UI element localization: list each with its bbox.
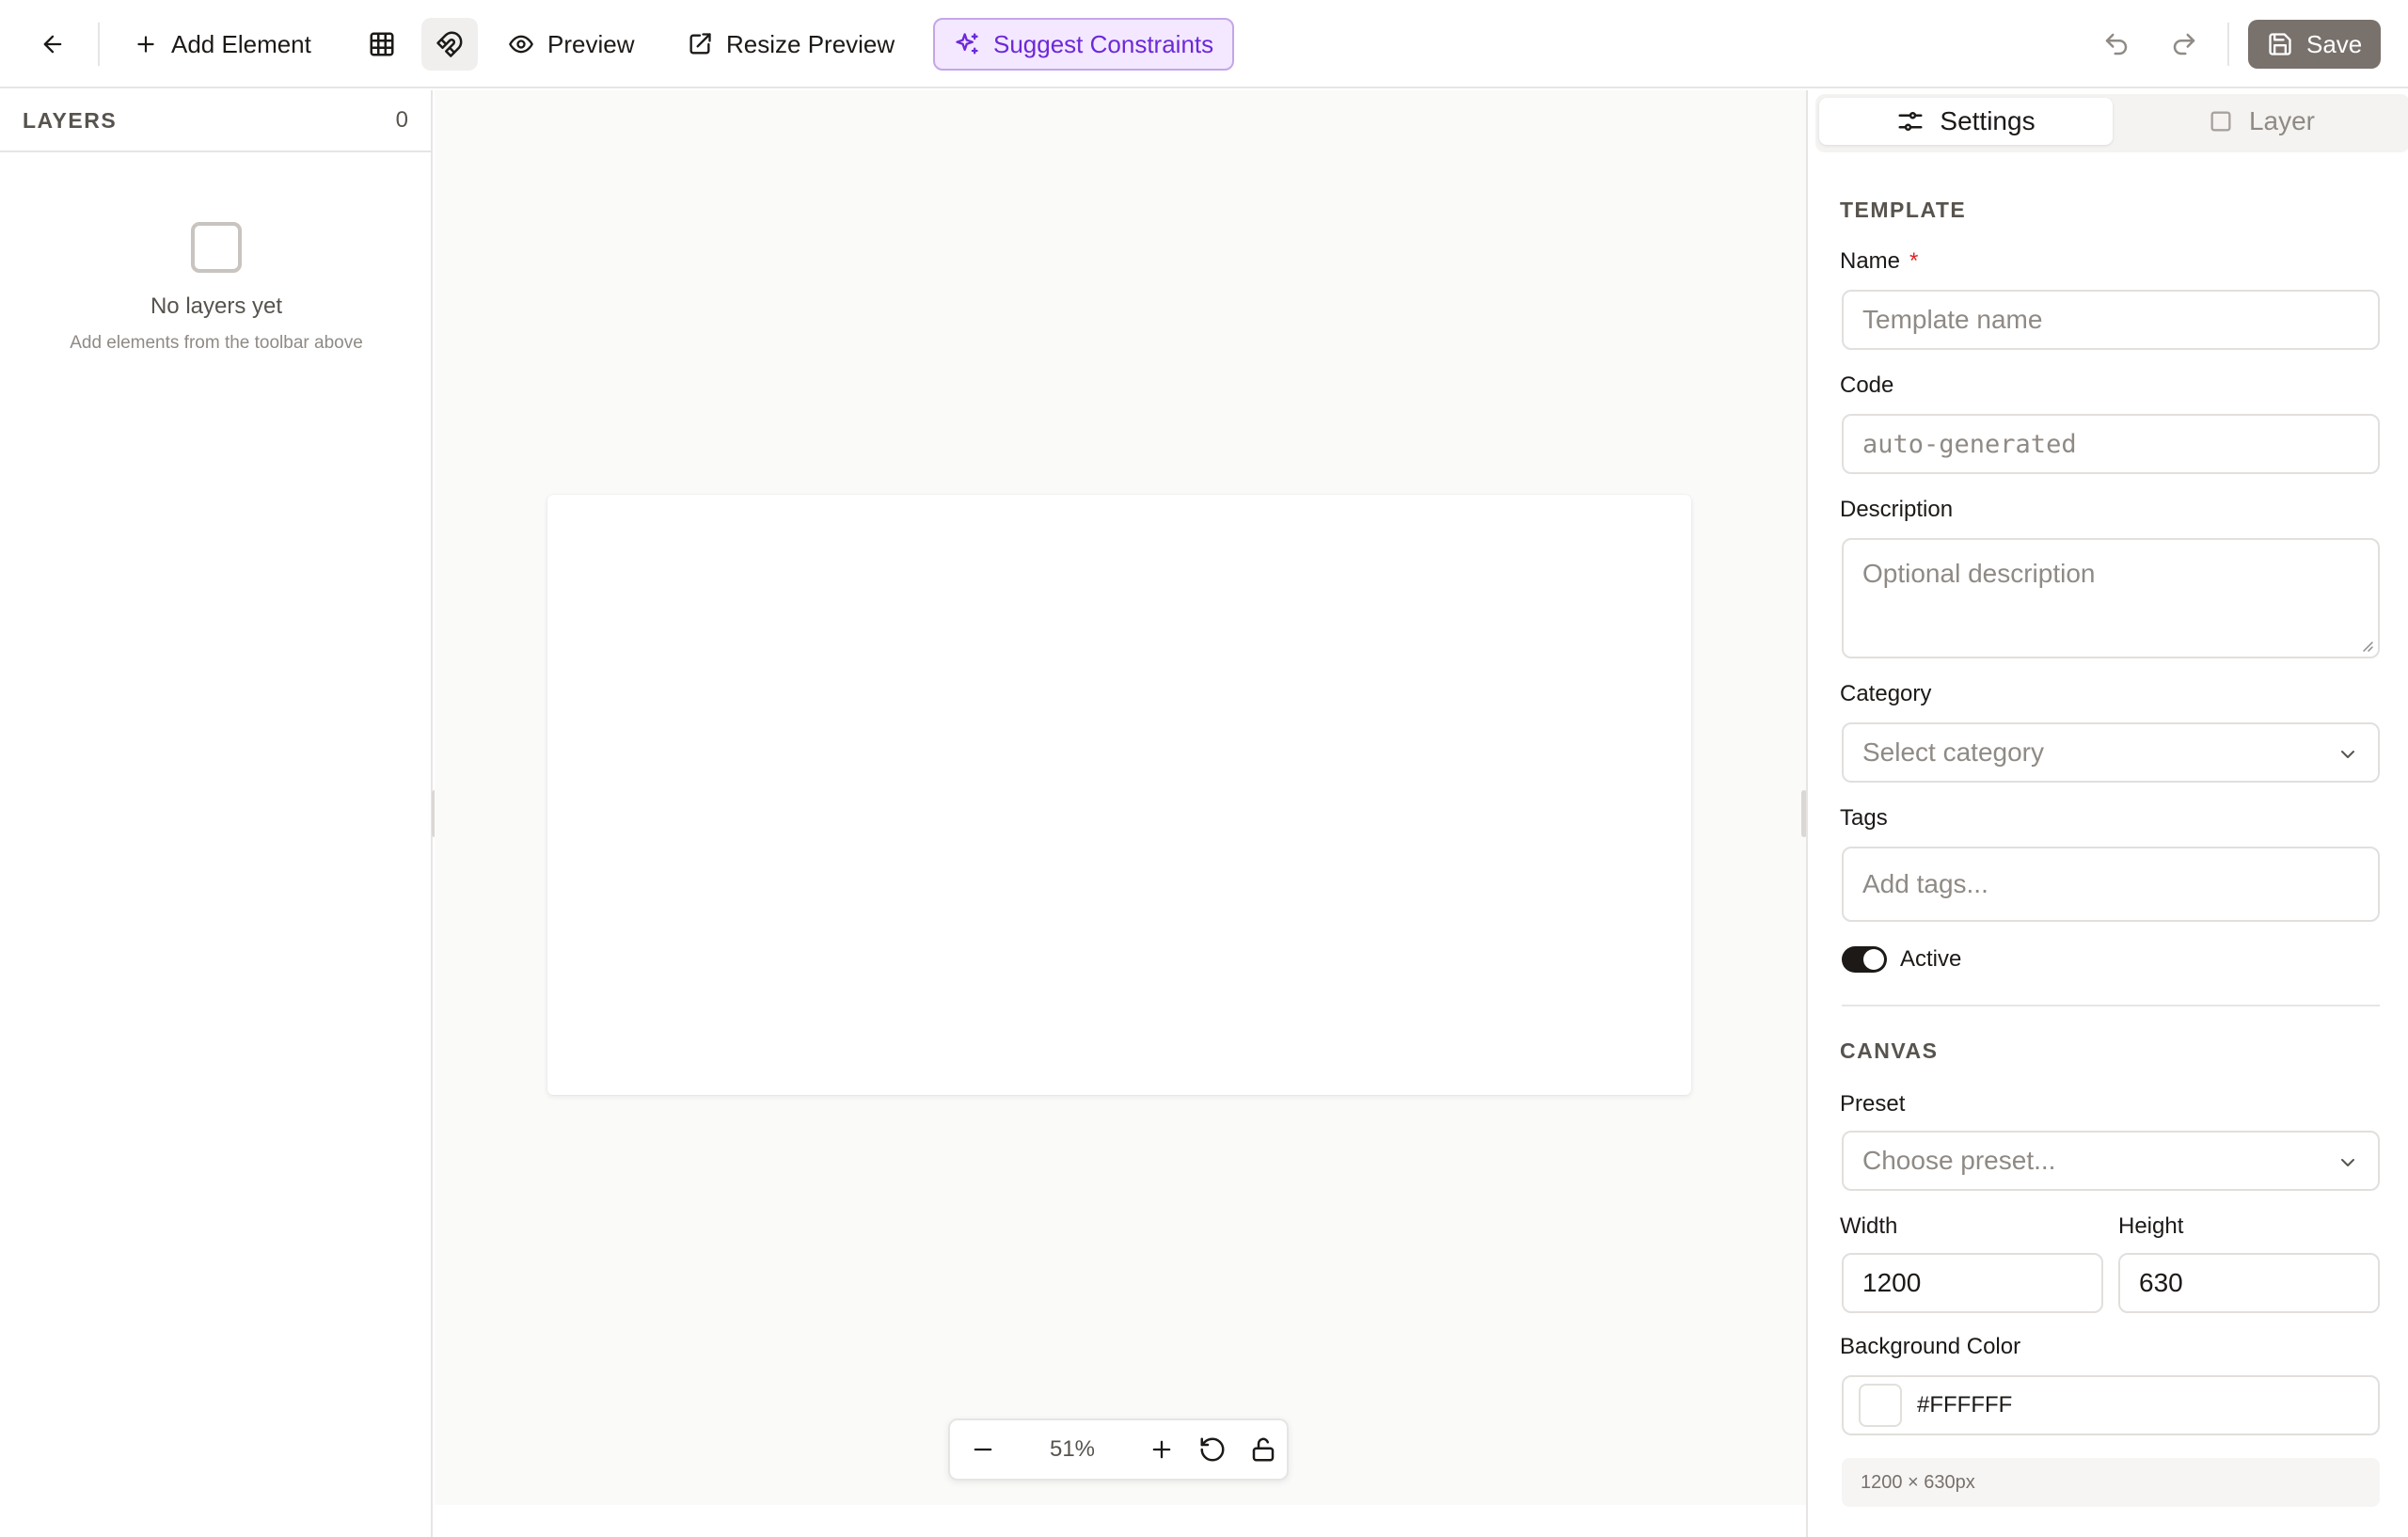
- redo-icon: [2173, 33, 2195, 55]
- snap-toggle-button[interactable]: [421, 18, 478, 71]
- tags-label: Tags: [1840, 805, 1888, 831]
- canvas-dimensions-readout: 1200 × 630px: [1842, 1458, 2380, 1507]
- undo-button[interactable]: [2088, 18, 2145, 71]
- code-input[interactable]: auto-generated: [1842, 414, 2380, 474]
- rotate-ccw-icon: [1200, 1437, 1225, 1462]
- canvas-area[interactable]: 51%: [435, 90, 1806, 1505]
- magnet-icon: [436, 31, 463, 57]
- eye-icon: [509, 35, 533, 54]
- section-divider: [1842, 1005, 2380, 1006]
- template-name-input[interactable]: Template name: [1842, 290, 2380, 350]
- resize-preview-label: Resize Preview: [726, 29, 895, 58]
- resize-preview-button[interactable]: Resize Preview: [687, 18, 895, 71]
- empty-square-icon: [191, 222, 242, 273]
- empty-subtitle: Add elements from the toolbar above: [70, 333, 363, 353]
- height-value: 630: [2139, 1268, 2183, 1297]
- grid-icon: [370, 32, 394, 56]
- tags-placeholder: Add tags...: [1862, 869, 1988, 898]
- preset-label: Preset: [1840, 1091, 1906, 1117]
- toggle-knob: [1863, 949, 1884, 970]
- name-label: Name *: [1840, 248, 1918, 275]
- top-toolbar: Add Element Preview Resize Preview Sugge…: [0, 0, 2408, 88]
- lock-button[interactable]: [1240, 1420, 1287, 1479]
- preset-select[interactable]: Choose preset...: [1842, 1131, 2380, 1191]
- background-color-value: #FFFFFF: [1917, 1392, 2013, 1418]
- zoom-out-button[interactable]: [959, 1420, 1006, 1479]
- preset-placeholder: Choose preset...: [1862, 1146, 2056, 1175]
- resize-grip-icon[interactable]: [2359, 638, 2374, 653]
- chevron-down-icon: [2341, 751, 2354, 758]
- sliders-icon: [1898, 112, 1923, 131]
- suggest-constraints-label: Suggest Constraints: [993, 29, 1214, 58]
- tab-settings[interactable]: Settings: [1819, 98, 2113, 145]
- width-label: Width: [1840, 1213, 1898, 1239]
- sparkles-icon: [956, 33, 978, 55]
- plus-icon: [137, 36, 154, 53]
- width-value: 1200: [1862, 1268, 1922, 1297]
- canvas-bottom-strip: [435, 1505, 1806, 1537]
- zoom-controls: 51%: [948, 1418, 1289, 1481]
- name-label-text: Name: [1840, 248, 1901, 274]
- layers-panel: LAYERS 0 No layers yet Add elements from…: [0, 90, 433, 1537]
- canvas-section-title: CANVAS: [1840, 1038, 1939, 1063]
- grid-toggle-button[interactable]: [354, 18, 410, 71]
- required-mark: *: [1909, 248, 1919, 274]
- canvas-dimensions-text: 1200 × 630px: [1861, 1471, 1975, 1493]
- category-label: Category: [1840, 681, 1932, 706]
- preview-button[interactable]: Preview: [508, 18, 634, 71]
- category-select[interactable]: Select category: [1842, 722, 2380, 783]
- reset-zoom-button[interactable]: [1189, 1420, 1236, 1479]
- save-label: Save: [2306, 29, 2363, 58]
- panel-tabs: Settings Layer: [1815, 94, 2408, 152]
- width-input[interactable]: 1200: [1842, 1253, 2103, 1313]
- undo-icon: [2105, 33, 2128, 55]
- arrow-left-icon: [43, 35, 62, 54]
- code-label: Code: [1840, 372, 1894, 398]
- suggest-constraints-button[interactable]: Suggest Constraints: [933, 18, 1235, 71]
- layers-title: LAYERS: [23, 107, 118, 133]
- description-placeholder: Optional description: [1862, 559, 2096, 588]
- active-toggle[interactable]: [1842, 946, 1887, 973]
- description-label: Description: [1840, 497, 1954, 522]
- preview-label: Preview: [547, 29, 635, 58]
- plus-icon: [1152, 1440, 1171, 1459]
- tab-layer-label: Layer: [2248, 106, 2316, 135]
- layers-empty-state: No layers yet Add elements from the tool…: [0, 222, 433, 354]
- zoom-in-button[interactable]: [1138, 1420, 1185, 1479]
- layers-count: 0: [395, 107, 408, 133]
- code-placeholder: auto-generated: [1862, 429, 2077, 459]
- tab-settings-label: Settings: [1940, 106, 2036, 135]
- unlock-icon: [1252, 1437, 1275, 1462]
- background-color-label: Background Color: [1840, 1334, 2021, 1359]
- save-icon: [2269, 33, 2291, 55]
- external-link-icon: [689, 33, 711, 55]
- add-element-label: Add Element: [171, 29, 311, 58]
- empty-title: No layers yet: [150, 293, 283, 319]
- toolbar-divider: [2227, 23, 2229, 66]
- height-input[interactable]: 630: [2118, 1253, 2380, 1313]
- color-swatch[interactable]: [1859, 1384, 1902, 1427]
- zoom-level: 51%: [1016, 1420, 1129, 1479]
- minus-icon: [974, 1448, 992, 1451]
- add-element-button[interactable]: Add Element: [134, 18, 311, 71]
- settings-panel: Settings Layer TEMPLATE Name * Template n…: [1806, 90, 2408, 1537]
- layers-header: LAYERS 0: [0, 90, 431, 152]
- back-button[interactable]: [24, 18, 81, 71]
- active-label: Active: [1900, 946, 1962, 972]
- zoom-value: 51%: [1049, 1436, 1096, 1462]
- background-color-input[interactable]: #FFFFFF: [1842, 1375, 2380, 1435]
- tab-layer[interactable]: Layer: [2115, 98, 2408, 145]
- save-button[interactable]: Save: [2248, 20, 2382, 69]
- description-textarea[interactable]: Optional description: [1842, 538, 2380, 658]
- height-label: Height: [2118, 1213, 2184, 1239]
- template-section-title: TEMPLATE: [1840, 198, 1967, 222]
- canvas-frame[interactable]: [547, 495, 1691, 1095]
- template-name-placeholder: Template name: [1862, 305, 2043, 334]
- toolbar-divider: [98, 23, 100, 66]
- square-icon: [2210, 111, 2231, 132]
- redo-button[interactable]: [2156, 18, 2212, 71]
- tags-input[interactable]: Add tags...: [1842, 847, 2380, 922]
- category-placeholder: Select category: [1862, 737, 2044, 767]
- chevron-down-icon: [2341, 1159, 2354, 1166]
